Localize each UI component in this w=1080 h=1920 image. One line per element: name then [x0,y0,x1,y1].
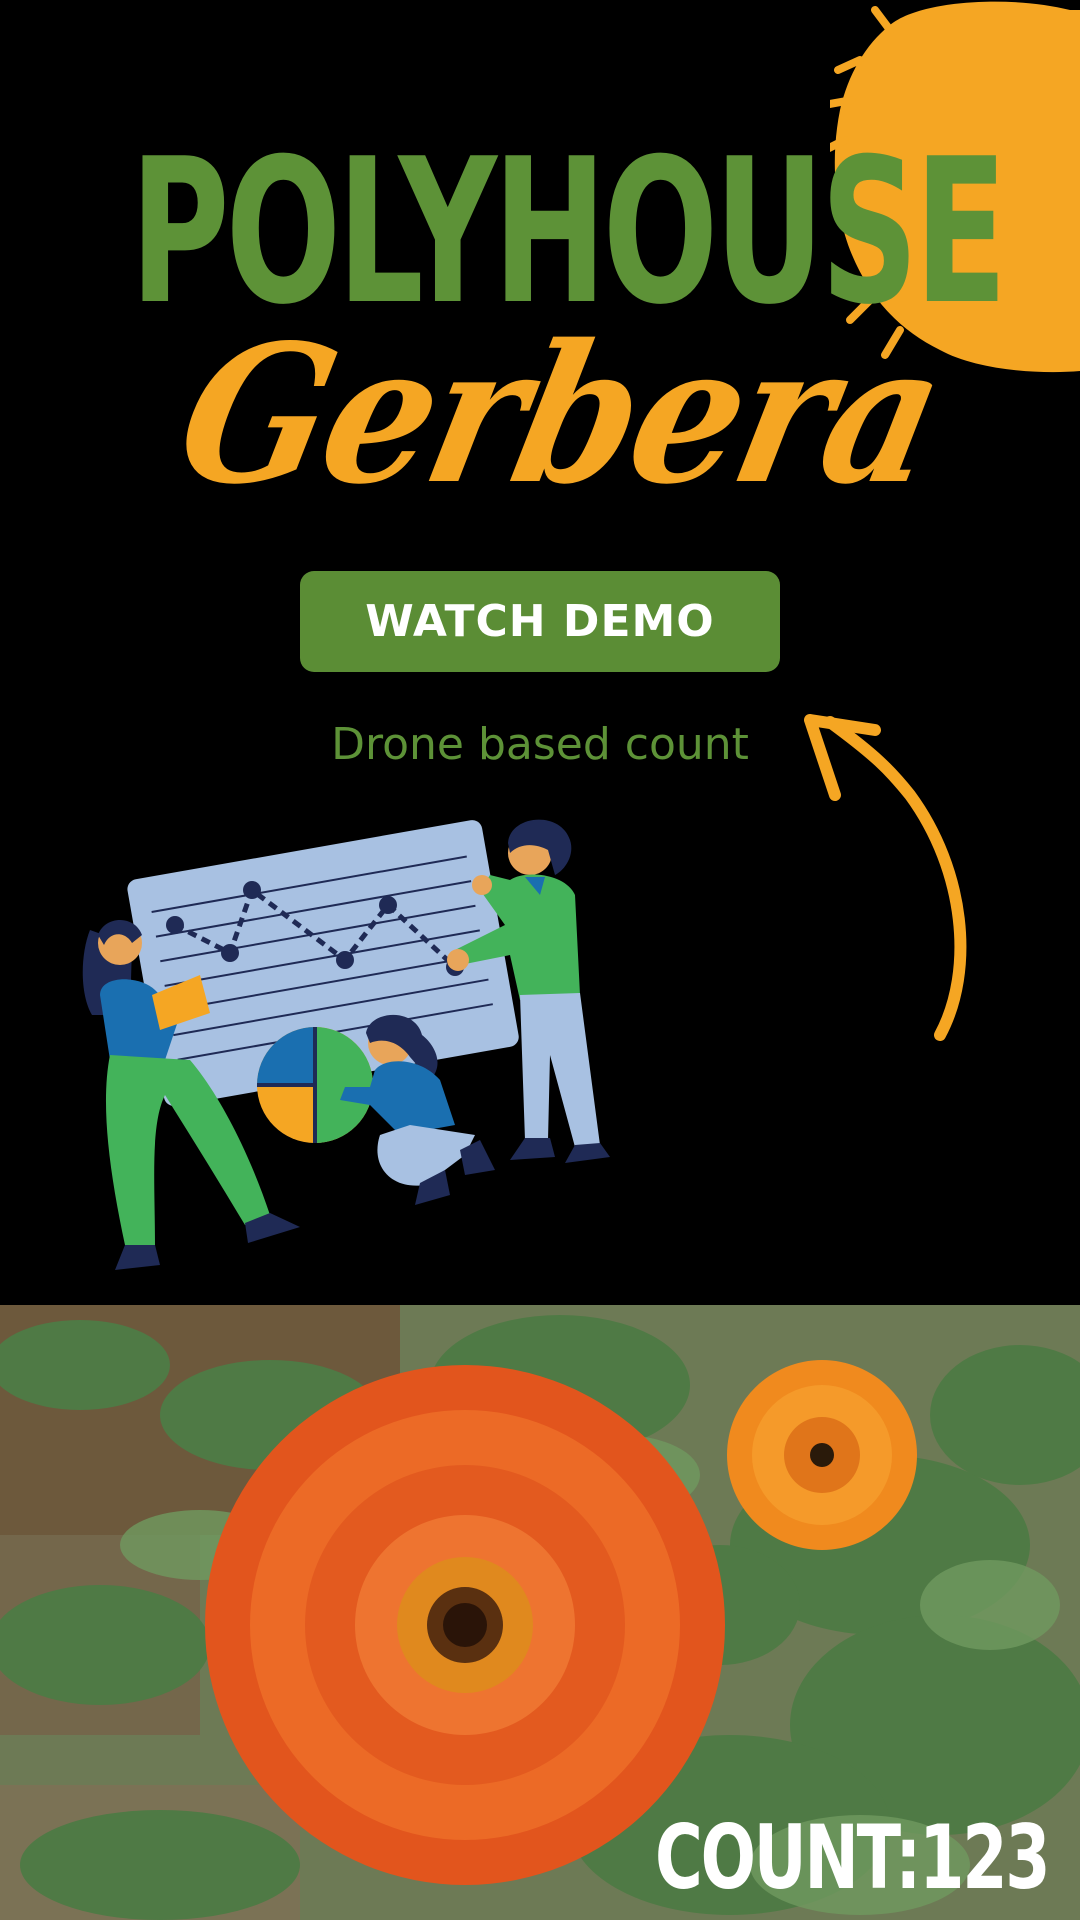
title-gerbera: Gerbera [161,303,959,526]
data-analysis-team-illustration [82,819,610,1270]
watch-demo-button[interactable]: WATCH DEMO [300,571,780,672]
poster: POLYHOUSE Gerbera WATCH DEMO Drone based… [0,0,1080,1920]
count-label: COUNT:123 [655,1806,1051,1909]
curved-arrow-icon [804,714,967,1041]
